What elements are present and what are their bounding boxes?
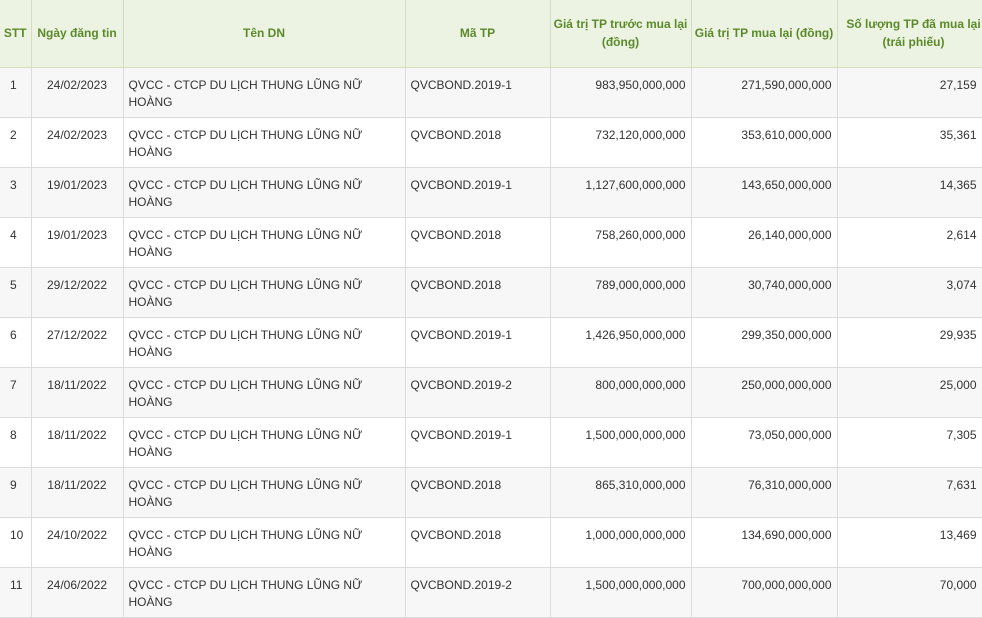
cell-value-before: 758,260,000,000 [550, 217, 692, 268]
column-header-value-before[interactable]: Giá trị TP trước mua lại (đồng) [550, 0, 692, 68]
cell-company: QVCC - CTCP DU LỊCH THUNG LŨNG NỮ HOÀNG [123, 267, 406, 318]
table-row[interactable]: 6 27/12/2022 QVCC - CTCP DU LỊCH THUNG LŨN… [0, 317, 982, 368]
cell-stt: 7 [0, 367, 32, 418]
cell-quantity: 14,365 [837, 167, 982, 218]
cell-value-before: 983,950,000,000 [550, 67, 692, 118]
cell-post-date: 18/11/2022 [31, 367, 124, 418]
cell-value-before: 1,000,000,000,000 [550, 517, 692, 568]
cell-value-before: 800,000,000,000 [550, 367, 692, 418]
cell-quantity: 13,469 [837, 517, 982, 568]
cell-stt: 5 [0, 267, 32, 318]
cell-stt: 10 [0, 517, 32, 568]
cell-post-date: 24/02/2023 [31, 67, 124, 118]
cell-stt: 11 [0, 567, 32, 618]
table-row[interactable]: 2 24/02/2023 QVCC - CTCP DU LỊCH THUNG LŨN… [0, 117, 982, 168]
table-row[interactable]: 4 19/01/2023 QVCC - CTCP DU LỊCH THUNG LŨN… [0, 217, 982, 268]
cell-quantity: 27,159 [837, 67, 982, 118]
cell-post-date: 29/12/2022 [31, 267, 124, 318]
cell-value-bought: 353,610,000,000 [691, 117, 838, 168]
cell-bond-code: QVCBOND.2018 [405, 117, 551, 168]
cell-value-before: 732,120,000,000 [550, 117, 692, 168]
cell-bond-code: QVCBOND.2019-1 [405, 167, 551, 218]
cell-post-date: 19/01/2023 [31, 167, 124, 218]
cell-bond-code: QVCBOND.2019-1 [405, 317, 551, 368]
cell-value-before: 1,426,950,000,000 [550, 317, 692, 368]
cell-value-bought: 26,140,000,000 [691, 217, 838, 268]
cell-company: QVCC - CTCP DU LỊCH THUNG LŨNG NỮ HOÀNG [123, 317, 406, 368]
table-row[interactable]: 7 18/11/2022 QVCC - CTCP DU LỊCH THUNG LŨN… [0, 367, 982, 418]
cell-bond-code: QVCBOND.2019-1 [405, 67, 551, 118]
cell-value-before: 1,500,000,000,000 [550, 567, 692, 618]
cell-quantity: 35,361 [837, 117, 982, 168]
cell-value-bought: 250,000,000,000 [691, 367, 838, 418]
cell-bond-code: QVCBOND.2018 [405, 217, 551, 268]
cell-company: QVCC - CTCP DU LỊCH THUNG LŨNG NỮ HOÀNG [123, 417, 406, 468]
cell-quantity: 29,935 [837, 317, 982, 368]
cell-bond-code: QVCBOND.2019-2 [405, 367, 551, 418]
cell-bond-code: QVCBOND.2019-1 [405, 417, 551, 468]
cell-value-bought: 143,650,000,000 [691, 167, 838, 218]
column-header-value-bought[interactable]: Giá trị TP mua lại (đồng) [691, 0, 838, 68]
cell-value-before: 865,310,000,000 [550, 467, 692, 518]
cell-company: QVCC - CTCP DU LỊCH THUNG LŨNG NỮ HOÀNG [123, 367, 406, 418]
cell-quantity: 3,074 [837, 267, 982, 318]
table-row[interactable]: 1 24/02/2023 QVCC - CTCP DU LỊCH THUNG LŨN… [0, 67, 982, 118]
bond-buyback-table: STT Ngày đăng tin Tên DN Mã TP Giá trị T… [0, 0, 982, 618]
table-header-row: STT Ngày đăng tin Tên DN Mã TP Giá trị T… [0, 0, 982, 68]
column-header-company[interactable]: Tên DN [123, 0, 406, 68]
table-row[interactable]: 10 24/10/2022 QVCC - CTCP DU LỊCH THUNG LŨ… [0, 517, 982, 568]
cell-post-date: 18/11/2022 [31, 467, 124, 518]
cell-stt: 2 [0, 117, 32, 168]
column-header-quantity[interactable]: Số lượng TP đã mua lại (trái phiếu) [837, 0, 982, 68]
cell-value-bought: 76,310,000,000 [691, 467, 838, 518]
column-header-post-date[interactable]: Ngày đăng tin [31, 0, 124, 68]
table-body: 1 24/02/2023 QVCC - CTCP DU LỊCH THUNG LŨN… [0, 67, 982, 618]
column-header-bond-code[interactable]: Mã TP [405, 0, 551, 68]
cell-value-bought: 271,590,000,000 [691, 67, 838, 118]
cell-value-bought: 299,350,000,000 [691, 317, 838, 368]
cell-bond-code: QVCBOND.2018 [405, 267, 551, 318]
cell-bond-code: QVCBOND.2019-2 [405, 567, 551, 618]
cell-post-date: 24/06/2022 [31, 567, 124, 618]
cell-bond-code: QVCBOND.2018 [405, 517, 551, 568]
table-row[interactable]: 9 18/11/2022 QVCC - CTCP DU LỊCH THUNG LŨN… [0, 467, 982, 518]
table-row[interactable]: 11 24/06/2022 QVCC - CTCP DU LỊCH THUNG LŨ… [0, 567, 982, 618]
cell-quantity: 2,614 [837, 217, 982, 268]
table-row[interactable]: 5 29/12/2022 QVCC - CTCP DU LỊCH THUNG LŨN… [0, 267, 982, 318]
cell-company: QVCC - CTCP DU LỊCH THUNG LŨNG NỮ HOÀNG [123, 567, 406, 618]
cell-value-bought: 73,050,000,000 [691, 417, 838, 468]
column-header-stt[interactable]: STT [0, 0, 32, 68]
cell-quantity: 7,631 [837, 467, 982, 518]
cell-post-date: 24/10/2022 [31, 517, 124, 568]
cell-post-date: 24/02/2023 [31, 117, 124, 168]
cell-value-before: 1,127,600,000,000 [550, 167, 692, 218]
cell-company: QVCC - CTCP DU LỊCH THUNG LŨNG NỮ HOÀNG [123, 467, 406, 518]
table-row[interactable]: 3 19/01/2023 QVCC - CTCP DU LỊCH THUNG LŨN… [0, 167, 982, 218]
cell-stt: 3 [0, 167, 32, 218]
cell-value-before: 1,500,000,000,000 [550, 417, 692, 468]
cell-quantity: 7,305 [837, 417, 982, 468]
cell-value-bought: 700,000,000,000 [691, 567, 838, 618]
cell-quantity: 25,000 [837, 367, 982, 418]
cell-stt: 9 [0, 467, 32, 518]
cell-stt: 1 [0, 67, 32, 118]
cell-stt: 6 [0, 317, 32, 368]
cell-stt: 8 [0, 417, 32, 468]
cell-company: QVCC - CTCP DU LỊCH THUNG LŨNG NỮ HOÀNG [123, 67, 406, 118]
cell-company: QVCC - CTCP DU LỊCH THUNG LŨNG NỮ HOÀNG [123, 517, 406, 568]
table-row[interactable]: 8 18/11/2022 QVCC - CTCP DU LỊCH THUNG LŨN… [0, 417, 982, 468]
cell-stt: 4 [0, 217, 32, 268]
cell-value-bought: 30,740,000,000 [691, 267, 838, 318]
cell-post-date: 27/12/2022 [31, 317, 124, 368]
cell-value-before: 789,000,000,000 [550, 267, 692, 318]
cell-bond-code: QVCBOND.2018 [405, 467, 551, 518]
cell-company: QVCC - CTCP DU LỊCH THUNG LŨNG NỮ HOÀNG [123, 217, 406, 268]
cell-company: QVCC - CTCP DU LỊCH THUNG LŨNG NỮ HOÀNG [123, 117, 406, 168]
cell-company: QVCC - CTCP DU LỊCH THUNG LŨNG NỮ HOÀNG [123, 167, 406, 218]
cell-post-date: 18/11/2022 [31, 417, 124, 468]
cell-value-bought: 134,690,000,000 [691, 517, 838, 568]
cell-quantity: 70,000 [837, 567, 982, 618]
cell-post-date: 19/01/2023 [31, 217, 124, 268]
